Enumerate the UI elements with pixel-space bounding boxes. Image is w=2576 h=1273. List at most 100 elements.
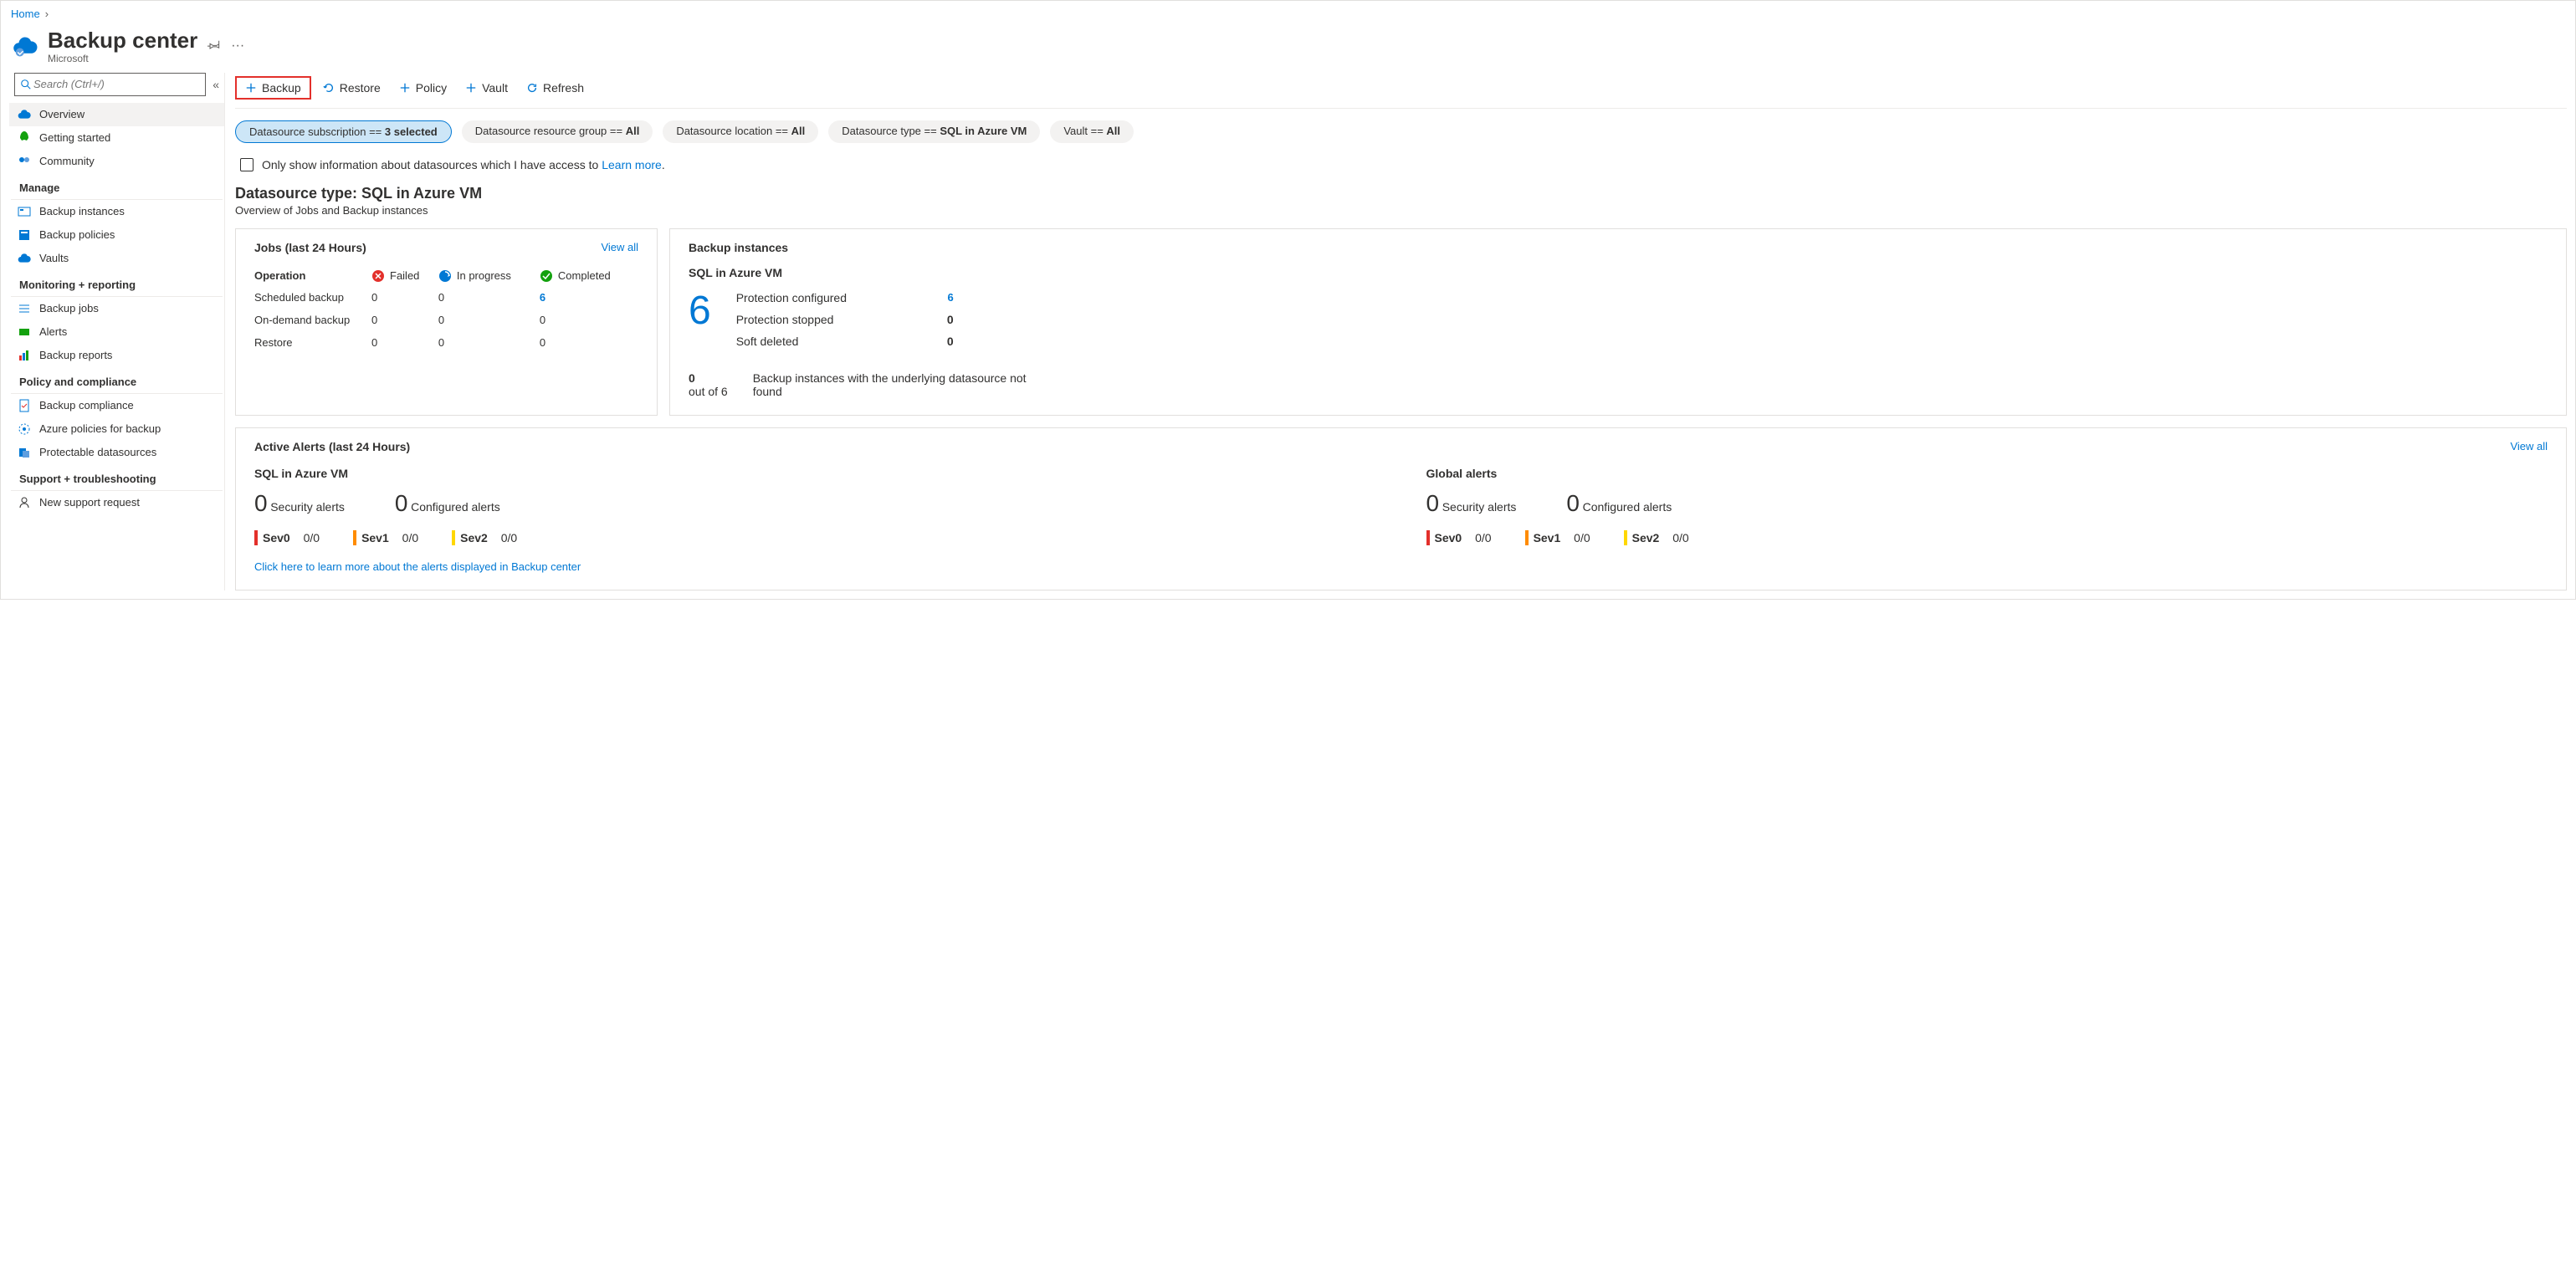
nav-backup-jobs[interactable]: Backup jobs <box>9 297 224 320</box>
policy-button-label: Policy <box>416 81 447 95</box>
compliance-icon <box>18 399 31 412</box>
alerts-col2-title: Global alerts <box>1426 467 2548 480</box>
learn-more-link[interactable]: Learn more <box>602 158 662 171</box>
sev2-item: Sev2 0/0 <box>1624 530 1689 545</box>
jobs-col-operation: Operation <box>254 269 305 282</box>
protectable-icon <box>18 446 31 459</box>
pill-vault[interactable]: Vault == All <box>1050 120 1134 143</box>
restore-icon <box>323 82 335 94</box>
pill-location[interactable]: Datasource location == All <box>663 120 818 143</box>
bi-prot-stop-value: 0 <box>947 313 954 326</box>
nav-backup-policies-label: Backup policies <box>39 228 115 241</box>
jobs-col-inprogress: In progress <box>457 269 511 282</box>
pill-subscription[interactable]: Datasource subscription == 3 selected <box>235 120 452 143</box>
bi-note-out: out of 6 <box>689 385 728 398</box>
pill-resource-group[interactable]: Datasource resource group == All <box>462 120 653 143</box>
section-manage: Manage <box>11 173 223 200</box>
community-icon <box>18 155 31 168</box>
backup-button[interactable]: Backup <box>235 76 311 100</box>
collapse-sidebar-icon[interactable]: « <box>213 78 219 91</box>
nav-getting-started[interactable]: Getting started <box>9 126 224 150</box>
refresh-icon <box>526 82 538 94</box>
pin-icon[interactable] <box>207 38 221 55</box>
nav-azure-policies-label: Azure policies for backup <box>39 422 161 435</box>
sev1-bar <box>353 530 356 545</box>
nav-new-support-request[interactable]: New support request <box>9 491 224 514</box>
datasource-subtitle: Overview of Jobs and Backup instances <box>235 204 2567 228</box>
search-box[interactable] <box>14 73 206 96</box>
nav-community-label: Community <box>39 155 95 167</box>
access-checkbox[interactable] <box>240 158 254 171</box>
sev0-item: Sev0 0/0 <box>254 530 320 545</box>
bi-prot-conf-label: Protection configured <box>736 291 847 304</box>
plus-icon <box>465 82 477 94</box>
nav-vaults[interactable]: Vaults <box>9 247 224 270</box>
azure-policy-icon <box>18 422 31 436</box>
nav-backup-policies[interactable]: Backup policies <box>9 223 224 247</box>
bi-note-text: Backup instances with the underlying dat… <box>753 371 1037 398</box>
refresh-button[interactable]: Refresh <box>520 78 591 98</box>
instances-icon <box>18 205 31 218</box>
sev0-item: Sev0 0/0 <box>1426 530 1492 545</box>
jobs-title: Jobs (last 24 Hours) <box>254 241 366 254</box>
nav-protectable-datasources[interactable]: Protectable datasources <box>9 441 224 464</box>
nav-backup-compliance[interactable]: Backup compliance <box>9 394 224 417</box>
search-icon <box>20 79 32 90</box>
security-alerts-label: Security alerts <box>270 500 345 514</box>
overview-icon <box>18 108 31 121</box>
section-monitoring: Monitoring + reporting <box>11 270 223 297</box>
access-filter-text: Only show information about datasources … <box>262 158 602 171</box>
chevron-right-icon: › <box>45 8 49 20</box>
restore-button[interactable]: Restore <box>316 78 387 98</box>
nav-azure-policies[interactable]: Azure policies for backup <box>9 417 224 441</box>
nav-backup-instances-label: Backup instances <box>39 205 125 217</box>
rocket-icon <box>18 131 31 145</box>
table-row: On-demand backup 0 0 0 <box>254 309 638 331</box>
alerts-icon <box>18 325 31 339</box>
more-icon[interactable]: ··· <box>231 38 244 54</box>
bi-title: Backup instances <box>689 241 2548 254</box>
jobs-view-all[interactable]: View all <box>601 241 638 253</box>
alerts-card: Active Alerts (last 24 Hours) View all S… <box>235 427 2567 590</box>
vaults-icon <box>18 252 31 265</box>
search-input[interactable] <box>32 77 200 91</box>
nav-overview[interactable]: Overview <box>9 103 224 126</box>
bi-prot-stop-label: Protection stopped <box>736 313 834 326</box>
backup-button-label: Backup <box>262 81 301 95</box>
nav-vaults-label: Vaults <box>39 252 69 264</box>
nav-community[interactable]: Community <box>9 150 224 173</box>
datasource-title: Datasource type: SQL in Azure VM <box>235 180 2567 204</box>
inprogress-icon <box>438 269 452 283</box>
reports-icon <box>18 349 31 362</box>
alerts-view-all[interactable]: View all <box>2510 440 2548 452</box>
access-filter-row: Only show information about datasources … <box>235 146 2567 180</box>
restore-button-label: Restore <box>340 81 381 95</box>
scheduled-completed-link[interactable]: 6 <box>540 291 545 304</box>
plus-icon <box>245 82 257 94</box>
vault-button[interactable]: Vault <box>458 78 515 98</box>
section-policy: Policy and compliance <box>11 367 223 394</box>
alerts-learn-more[interactable]: Click here to learn more about the alert… <box>254 560 581 573</box>
page-subtitle: Microsoft <box>48 53 197 64</box>
nav-backup-reports[interactable]: Backup reports <box>9 344 224 367</box>
jobs-col-completed: Completed <box>558 269 611 282</box>
bi-soft-del-value: 0 <box>947 335 954 348</box>
refresh-button-label: Refresh <box>543 81 584 95</box>
bi-total: 6 <box>689 291 711 331</box>
nav-alerts[interactable]: Alerts <box>9 320 224 344</box>
completed-icon <box>540 269 553 283</box>
sidebar: « Overview Getting started Community Man… <box>9 73 225 590</box>
bi-prot-conf-value[interactable]: 6 <box>947 291 953 304</box>
sev2-item: Sev2 0/0 <box>452 530 517 545</box>
nav-backup-jobs-label: Backup jobs <box>39 302 99 314</box>
vault-button-label: Vault <box>482 81 508 95</box>
nav-backup-instances[interactable]: Backup instances <box>9 200 224 223</box>
breadcrumb-home[interactable]: Home <box>11 8 40 20</box>
breadcrumb[interactable]: Home › <box>9 6 2567 25</box>
page-title: Backup center <box>48 28 197 53</box>
backup-instances-card: Backup instances SQL in Azure VM 6 Prote… <box>669 228 2567 416</box>
pill-datasource-type[interactable]: Datasource type == SQL in Azure VM <box>828 120 1040 143</box>
policy-button[interactable]: Policy <box>392 78 453 98</box>
toolbar: Backup Restore Policy Vault Refresh <box>235 73 2567 109</box>
nav-backup-compliance-label: Backup compliance <box>39 399 134 412</box>
